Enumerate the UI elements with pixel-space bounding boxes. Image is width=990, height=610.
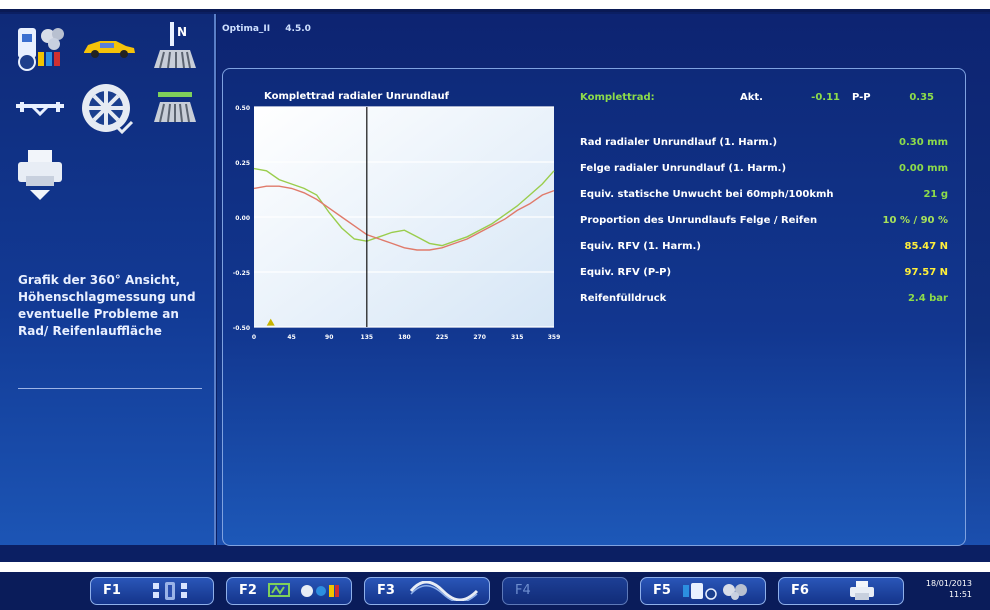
- version-number: 4.5.0: [285, 24, 311, 34]
- reading-label: Equiv. RFV (1. Harm.): [580, 241, 701, 252]
- weights-icon: [267, 581, 341, 605]
- reading-label: Felge radialer Unrundlauf (1. Harm.): [580, 163, 787, 174]
- f2-key[interactable]: F2: [226, 577, 352, 605]
- bottom-strip: [0, 562, 990, 572]
- reading-value: 21 g: [923, 189, 948, 200]
- y-tick-label: 0.25: [235, 160, 250, 167]
- f2-label: F2: [239, 583, 257, 598]
- x-tick-label: 0: [252, 334, 256, 341]
- y-tick-label: -0.25: [233, 270, 250, 277]
- left-divider: [18, 388, 202, 389]
- balancer-icon: [681, 581, 757, 605]
- screen-description: Grafik der 360° Ansicht, Höhenschlagmess…: [18, 273, 196, 338]
- wheel-balancer-icon[interactable]: [14, 22, 72, 76]
- f1-label: F1: [103, 583, 121, 598]
- clock-time: 11:51: [948, 590, 972, 599]
- top-strip: [0, 0, 990, 12]
- f4-label: F4: [515, 583, 531, 598]
- akt-label: Akt.: [740, 92, 763, 103]
- reading-value: 97.57 N: [904, 267, 948, 278]
- x-tick-label: 180: [398, 334, 411, 341]
- wheel-rim-icon[interactable]: [80, 82, 136, 142]
- reading-label: Equiv. statische Unwucht bei 60mph/100km…: [580, 189, 834, 200]
- pp-label: P-P: [852, 92, 871, 103]
- printer-icon: [849, 581, 875, 605]
- reading-value: 2.4 bar: [907, 293, 948, 304]
- reading-label: Proportion des Unrundlaufs Felge / Reife…: [580, 215, 818, 226]
- y-tick-label: 0.50: [235, 105, 250, 112]
- f4-key[interactable]: F4: [502, 577, 628, 605]
- f3-key[interactable]: F3: [364, 577, 490, 605]
- f6-label: F6: [791, 583, 809, 598]
- runout-chart: 0.50 0.25 0.00 -0.25 -0.500 45 90 135 180 225 270 3…: [233, 105, 560, 341]
- akt-value: -0.11: [811, 92, 840, 103]
- x-tick-label: 315: [511, 334, 524, 341]
- wave-icon: [409, 580, 479, 605]
- komplettrad-label: Komplettrad:: [580, 92, 655, 103]
- reading-label: Rad radialer Unrundlauf (1. Harm.): [580, 137, 778, 148]
- pp-value: 0.35: [909, 92, 934, 103]
- svg-text:N: N: [177, 25, 187, 39]
- y-tick-label: -0.50: [233, 325, 250, 332]
- x-tick-label: 359: [548, 334, 560, 341]
- f6-key[interactable]: F6: [778, 577, 904, 605]
- app-name: Optima_II: [222, 24, 271, 34]
- y-tick-label: 0.00: [235, 215, 250, 222]
- clock-date: 18/01/2013: [925, 579, 972, 588]
- f5-label: F5: [653, 583, 671, 598]
- x-tick-label: 90: [325, 334, 333, 341]
- printer-icon[interactable]: [16, 148, 64, 206]
- keypad-icon: [151, 581, 191, 605]
- axle-icon[interactable]: [12, 96, 68, 124]
- f5-key[interactable]: F5: [640, 577, 766, 605]
- reading-value: 10 % / 90 %: [882, 215, 948, 226]
- x-tick-label: 270: [473, 334, 486, 341]
- app-version: Optima_II 4.5.0: [222, 24, 323, 34]
- f1-key[interactable]: F1: [90, 577, 214, 605]
- clock: 18/01/2013 11:51: [912, 578, 972, 600]
- x-tick-label: 45: [287, 334, 295, 341]
- reading-value: 85.47 N: [904, 241, 948, 252]
- tread-n-icon[interactable]: N: [150, 18, 200, 74]
- reading-value: 0.00 mm: [899, 163, 948, 174]
- reading-label: Equiv. RFV (P-P): [580, 267, 672, 278]
- f3-label: F3: [377, 583, 395, 598]
- tread-icon[interactable]: [152, 90, 198, 128]
- x-tick-label: 225: [436, 334, 449, 341]
- car-icon[interactable]: [80, 36, 138, 62]
- x-tick-label: 135: [361, 334, 374, 341]
- reading-value: 0.30 mm: [899, 137, 948, 148]
- reading-label: Reifenfülldruck: [580, 293, 667, 304]
